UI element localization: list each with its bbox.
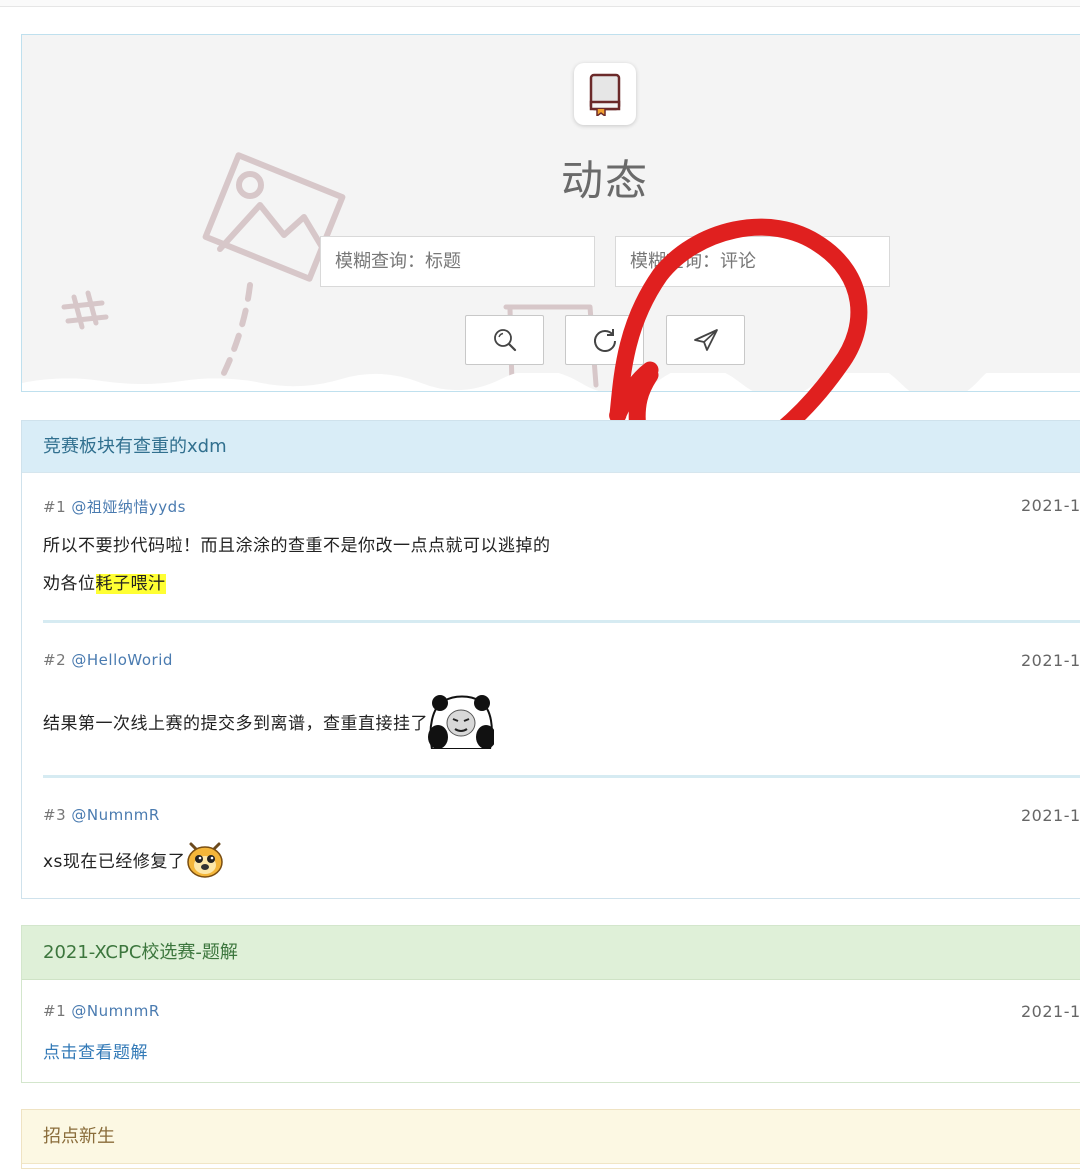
comment-text-prefix: 劝各位 — [43, 574, 96, 594]
hero-banner: 动态 — [21, 34, 1080, 392]
refresh-icon — [593, 329, 616, 352]
title-search-input[interactable] — [320, 236, 595, 287]
comment-meta: #1 @NumnmR — [43, 1002, 160, 1020]
comment-text-row: xs现在已经修复了 — [43, 840, 225, 878]
post-card: 竞赛板块有查重的xdm #1 @祖娅纳惜yyds 2021-10-1 所以不要抄… — [21, 420, 1080, 899]
comment-author[interactable]: @祖娅纳惜yyds — [71, 498, 186, 516]
comment-number: #3 — [43, 806, 67, 824]
comment-text: 所以不要抄代码啦！而且涂涂的查重不是你改一点点就可以逃掉的 — [43, 536, 551, 556]
comment-number: #1 — [43, 1002, 67, 1020]
post-card: 招点新生 — [21, 1109, 1080, 1169]
comment-item: #3 @NumnmR 2021-10-1 xs现在已经修复了 — [43, 778, 1080, 898]
comment-text: xs现在已经修复了 — [43, 851, 186, 872]
comment-number: #2 — [43, 651, 67, 669]
hero-wave — [22, 373, 1080, 391]
comment-text-row: 结果第一次线上赛的提交多到离谱，查重直接挂了 — [43, 693, 494, 749]
book-icon — [574, 63, 636, 125]
paper-plane-icon — [693, 329, 718, 351]
refresh-button[interactable] — [565, 315, 644, 365]
comment-number: #1 — [43, 498, 67, 516]
search-button[interactable] — [465, 315, 544, 365]
view-solution-link[interactable]: 点击查看题解 — [43, 1038, 148, 1063]
comment-search-input[interactable] — [615, 236, 890, 287]
post-title[interactable]: 竞赛板块有查重的xdm — [22, 421, 1080, 473]
comment-meta: #1 @祖娅纳惜yyds — [43, 496, 186, 517]
comment-item: #1 @祖娅纳惜yyds 2021-10-1 所以不要抄代码啦！而且涂涂的查重不… — [43, 473, 1080, 623]
highlighted-text: 耗子喂汁 — [95, 574, 166, 594]
comment-text: 结果第一次线上赛的提交多到离谱，查重直接挂了 — [43, 713, 428, 734]
search-icon — [493, 329, 516, 352]
post-button[interactable] — [666, 315, 745, 365]
comment-item: #1 @NumnmR 2021-10-0 点击查看题解 — [43, 980, 1080, 1082]
comment-date: 2021-10-0 — [1021, 1002, 1080, 1021]
page-title: 动态 — [560, 156, 649, 205]
comment-meta: #3 @NumnmR — [43, 806, 160, 824]
comment-meta: #2 @HelloWorid — [43, 651, 173, 669]
tiger-face-icon — [187, 842, 224, 878]
panda-meme-icon — [428, 695, 494, 749]
comment-author[interactable]: @NumnmR — [71, 806, 159, 824]
post-title[interactable]: 招点新生 — [22, 1110, 1080, 1164]
comment-item: #2 @HelloWorid 2021-10-1 结果第一次线上赛的提交多到离谱… — [43, 623, 1080, 778]
comment-date: 2021-10-1 — [1021, 806, 1080, 825]
post-card: 2021-XCPC校选赛-题解 #1 @NumnmR 2021-10-0 点击查… — [21, 925, 1080, 1083]
comment-author[interactable]: @NumnmR — [71, 1002, 159, 1020]
comment-date: 2021-10-1 — [1021, 496, 1080, 515]
comment-text-line2: 劝各位耗子喂汁 — [43, 569, 166, 594]
post-title[interactable]: 2021-XCPC校选赛-题解 — [22, 926, 1080, 980]
top-bar — [0, 0, 1080, 7]
comment-author[interactable]: @HelloWorid — [71, 651, 173, 669]
comment-date: 2021-10-1 — [1021, 651, 1080, 670]
